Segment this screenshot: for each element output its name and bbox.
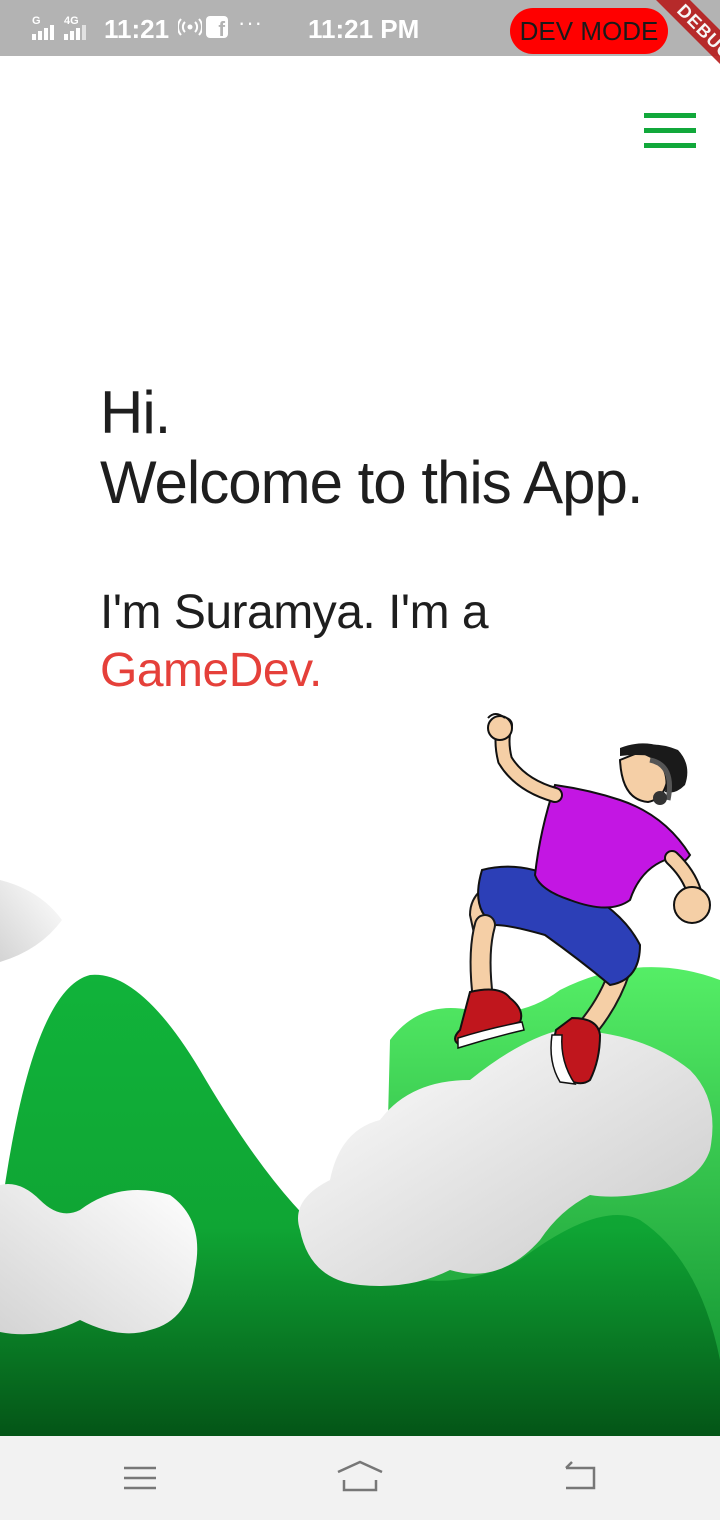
menu-bar-bottom	[644, 143, 696, 148]
menu-icon[interactable]	[118, 1456, 162, 1500]
back-icon[interactable]	[558, 1456, 602, 1500]
more-notifications-icon: ···	[238, 10, 263, 35]
dev-mode-badge: DEV MODE	[510, 8, 668, 54]
svg-text:4G: 4G	[64, 15, 79, 27]
signal-strength-icon: G 4G	[32, 15, 86, 40]
hero-illustration	[0, 713, 720, 1436]
facebook-notification-icon: f	[206, 16, 228, 40]
svg-text:G: G	[32, 15, 41, 27]
role-text: GameDev.	[100, 644, 322, 697]
menu-bar-top	[644, 113, 696, 118]
cloud-left-top	[0, 880, 62, 962]
system-nav-bar	[0, 1436, 720, 1520]
status-time: 11:21	[104, 14, 170, 44]
home-icon[interactable]	[336, 1456, 384, 1500]
intro-line: I'm Suramya. I'm a	[100, 586, 489, 639]
greeting-line-1: Hi.	[100, 379, 171, 446]
status-bar: G 4G 11:21 f ··· 11:21 PM DEV MODE	[0, 0, 720, 56]
menu-bar-middle	[644, 128, 696, 133]
cloud-left	[0, 1184, 198, 1335]
hotspot-icon	[178, 18, 202, 36]
status-time-center: 11:21 PM	[308, 14, 420, 44]
intro-text: I'm Suramya. I'm a GameDev.	[100, 584, 489, 700]
hamburger-menu-icon[interactable]	[638, 108, 702, 154]
greeting-line-2: Welcome to this App.	[100, 449, 643, 516]
greeting-heading: Hi. Welcome to this App.	[100, 378, 643, 518]
